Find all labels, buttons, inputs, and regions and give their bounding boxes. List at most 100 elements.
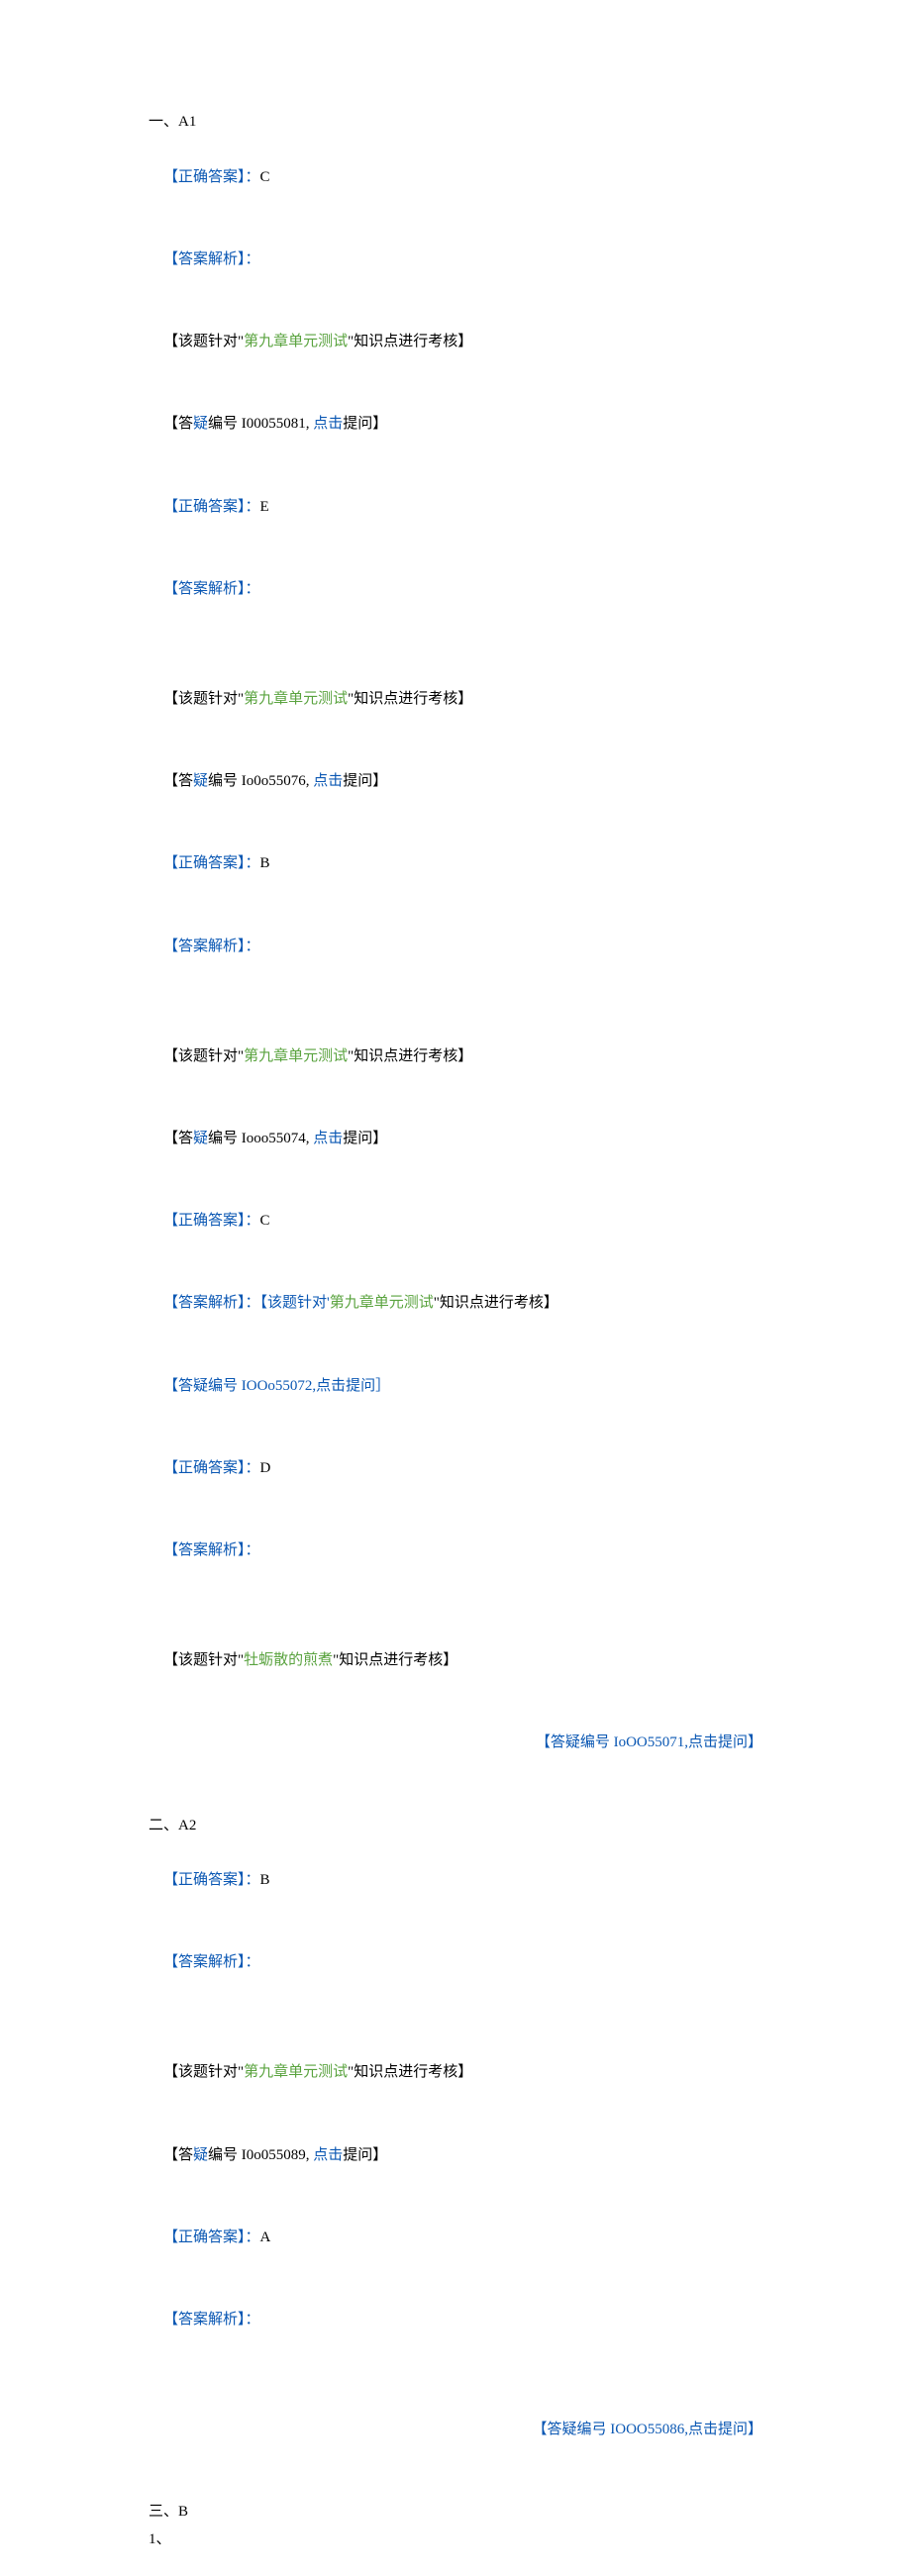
topic-suffix: "知识点进行考核】 [348,1048,472,1064]
answer-label: 【正确答案】： [163,1872,260,1888]
analysis-colon: ： [246,939,260,954]
faq-line-right[interactable]: 【答疑编弓 IOOO55086,点击提问】 [149,2389,762,2471]
faq-mid2: 编号 I0o055089, [208,2147,313,2163]
analysis-line: 【答案解析】： [149,906,762,988]
answer-line: 【正确答案】：A [149,2197,762,2279]
topic-suffix: "知识点进行考核】 [333,1652,457,1668]
answer-label: 【正确答案】： [163,855,260,871]
faq-mid-blue: 疑 [193,2147,208,2163]
analysis-line: 【答案解析】： [149,1510,762,1592]
answer-label: 【正确答案】： [163,499,260,515]
section-heading-a2: 二、A2 [149,1813,762,1840]
topic-name: 第九章单元测试 [244,334,348,349]
blank-line [149,2554,762,2576]
topic-line: 【该题针对"第九章单元测试"知识点进行考核】 [149,2032,762,2115]
answer-line: 【正确答案】：B [149,1839,762,1922]
faq-click: 点击 [313,1131,343,1146]
faq-line[interactable]: 【答疑编号 I0o055089, 点击提问】 [149,2115,762,2197]
blank-line [149,2005,762,2032]
faq-line-right[interactable]: 【答疑编号 IoOO55071,点击提问】 [149,1703,762,1785]
blank-line [149,1593,762,1621]
answer-value: B [260,855,270,871]
section3-num1: 1、 [149,2526,762,2554]
faq-right-blue: 【答疑编号 IoOO55071,点击提问】 [536,1734,762,1750]
answer-line: 【正确答案】：E [149,466,762,548]
analysis-colon: ： [246,1954,260,1970]
faq-mid-blue: 疑 [193,773,208,789]
faq-end: 提问】 [343,773,387,789]
topic-prefix: 【该题针对" [163,334,244,349]
answer-value: A [260,2229,271,2245]
topic-prefix: 【该题针对" [163,691,244,707]
answer-label: 【正确答案】： [163,169,260,185]
answer-label: 【正确答案】： [163,1460,260,1476]
analysis-colon: ： [246,2312,260,2328]
analysis-label: 【答案解析】 [163,581,246,597]
faq-mid-blue: 疑 [193,416,208,432]
analysis-colon: ： [246,1542,260,1558]
analysis-label: 【答案解析】 [163,2312,246,2328]
analysis-inline-topic: 第九章单元测试 [330,1295,434,1311]
faq-end: 提问】 [343,1131,387,1146]
topic-prefix: 【该题针对" [163,1048,244,1064]
faq-prefix: 【答 [163,416,193,432]
faq-line[interactable]: 【答疑编号 IOOo55072,点击提问］ [149,1345,762,1428]
section-heading-a1: 一、A1 [149,109,762,137]
faq-mid2: 编号 I00055081, [208,416,313,432]
analysis-label: 【答案解析】 [163,1954,246,1970]
answer-value: C [260,1213,270,1229]
topic-name: 第九章单元测试 [244,2064,348,2080]
topic-prefix: 【该题针对" [163,2064,244,2080]
blank-line [149,988,762,1016]
analysis-inline-suffix: "知识点进行考核】 [434,1295,558,1311]
analysis-line: 【答案解析】： [149,219,762,301]
topic-line: 【该题针对"第九章单元测试"知识点进行考核】 [149,658,762,741]
analysis-label: 【答案解析】 [163,1542,246,1558]
answer-line: 【正确答案】：D [149,1428,762,1510]
topic-suffix: "知识点进行考核】 [348,334,472,349]
topic-line: 【该题针对"牡蛎散的煎煮"知识点进行考核】 [149,1620,762,1702]
faq-line[interactable]: 【答疑编号 Iooo55074, 点击提问】 [149,1098,762,1180]
answer-line: 【正确答案】：B [149,824,762,906]
analysis-label: 【答案解析】 [163,939,246,954]
blank-line [149,2472,762,2500]
answer-line: 【正确答案】：C [149,137,762,219]
faq-end: 提问】 [343,2147,387,2163]
answer-line: 【正确答案】：C [149,1180,762,1262]
analysis-inline-line: 【答案解析】：【该题针对'第九章单元测试"知识点进行考核】 [149,1263,762,1345]
faq-line[interactable]: 【答疑编号 Io0o55076, 点击提问】 [149,741,762,823]
topic-line: 【该题针对"第九章单元测试"知识点进行考核】 [149,301,762,383]
analysis-label: 【答案解析】： [163,251,260,267]
topic-name: 牡蛎散的煎煮 [244,1652,333,1668]
answer-value: E [260,499,269,515]
answer-value: D [260,1460,271,1476]
topic-line: 【该题针对"第九章单元测试"知识点进行考核】 [149,1016,762,1098]
faq-prefix: 【答 [163,773,193,789]
faq-end: 提问】 [343,416,387,432]
topic-name: 第九章单元测试 [244,691,348,707]
answer-label: 【正确答案】： [163,2229,260,2245]
answer-value: C [260,169,270,185]
faq-full-blue: 【答疑编号 IOOo55072,点击提问］ [163,1378,390,1394]
topic-name: 第九章单元测试 [244,1048,348,1064]
faq-mid-blue: 疑 [193,1131,208,1146]
faq-right-prefix: 【答疑编弓 [532,2422,606,2437]
blank-line [149,631,762,658]
faq-prefix: 【答 [163,1131,193,1146]
analysis-line: 【答案解析】： [149,548,762,631]
faq-prefix: 【答 [163,2147,193,2163]
topic-suffix: "知识点进行考核】 [348,2064,472,2080]
answer-value: B [260,1872,270,1888]
document-page: 一、A1 【正确答案】：C 【答案解析】： 【该题针对"第九章单元测试"知识点进… [0,0,911,2576]
faq-mid2: 编号 Iooo55074, [208,1131,313,1146]
faq-click: 点击 [313,2147,343,2163]
topic-prefix: 【该题针对" [163,1652,244,1668]
blank-line [149,1785,762,1813]
section-heading-b: 三、B [149,2499,762,2526]
analysis-colon: ： [246,581,260,597]
faq-line[interactable]: 【答疑编号 I00055081, 点击提问】 [149,384,762,466]
faq-click: 点击 [313,416,343,432]
blank-line [149,2362,762,2390]
analysis-line: 【答案解析】： [149,2279,762,2361]
analysis-inline-prefix: 【答案解析】：【该题针对' [163,1295,330,1311]
